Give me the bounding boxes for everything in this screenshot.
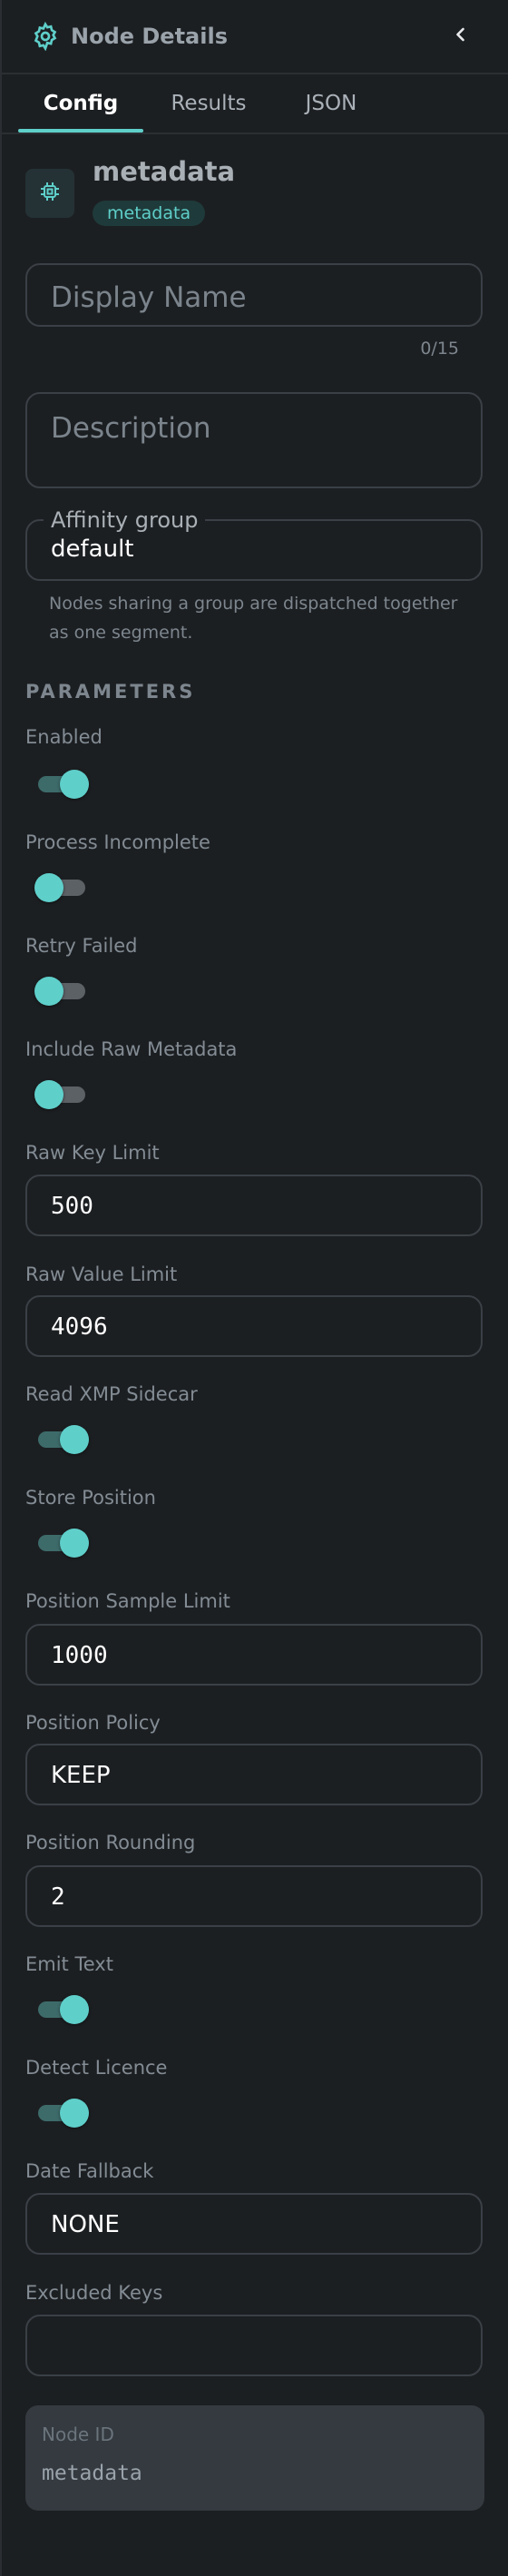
date-fallback-value: NONE [51,2211,120,2238]
display-name-counter: 0/15 [420,339,459,359]
store-position-label: Store Position [25,1487,156,1509]
display-name-input[interactable]: Display Name [25,263,483,327]
parameters-heading: PARAMETERS [25,681,196,703]
back-button[interactable] [443,18,479,54]
read-xmp-sidecar-label: Read XMP Sidecar [25,1383,198,1405]
raw-value-limit-label: Raw Value Limit [25,1263,178,1285]
tab-json[interactable]: JSON [285,74,377,133]
detect-licence-toggle[interactable] [34,2097,89,2129]
excluded-keys-input[interactable] [25,2315,483,2376]
enabled-toggle[interactable] [34,768,89,801]
affinity-group-label: Affinity group [44,507,206,533]
retry-failed-toggle[interactable] [34,975,89,1008]
process-incomplete-label: Process Incomplete [25,831,210,853]
process-incomplete-toggle[interactable] [34,871,89,904]
excluded-keys-label: Excluded Keys [25,2282,163,2304]
position-policy-value: KEEP [51,1762,111,1789]
node-type-badge: metadata [93,201,206,226]
position-rounding-value: 2 [51,1883,65,1911]
position-rounding-label: Position Rounding [25,1832,196,1853]
retry-failed-label: Retry Failed [25,935,138,957]
affinity-group-value: default [51,536,134,563]
position-sample-limit-input[interactable]: 1000 [25,1624,483,1686]
raw-key-limit-label: Raw Key Limit [25,1142,160,1164]
position-rounding-input[interactable]: 2 [25,1865,483,1927]
date-fallback-input[interactable]: NONE [25,2193,483,2255]
enabled-label: Enabled [25,726,103,748]
gear-icon [31,21,60,52]
raw-key-limit-value: 500 [51,1193,93,1220]
description-placeholder: Description [51,412,211,445]
emit-text-label: Emit Text [25,1953,113,1975]
chevron-left-icon [452,23,470,50]
position-policy-label: Position Policy [25,1712,161,1734]
store-position-toggle[interactable] [34,1527,89,1559]
node-id-label: Node ID [42,2424,114,2445]
read-xmp-sidecar-toggle[interactable] [34,1423,89,1456]
panel-title: Node Details [71,24,228,49]
position-sample-limit-label: Position Sample Limit [25,1590,230,1612]
tab-bar: Config Results JSON [2,74,508,134]
description-input[interactable]: Description [25,392,483,488]
include-raw-metadata-toggle[interactable] [34,1078,89,1111]
node-id-field: Node ID metadata [25,2405,484,2511]
affinity-group-input[interactable]: Affinity group default [25,507,483,581]
detect-licence-label: Detect Licence [25,2057,168,2079]
affinity-group-helper: Nodes sharing a group are dispatched tog… [49,594,458,643]
node-name: metadata [93,156,236,187]
include-raw-metadata-label: Include Raw Metadata [25,1038,238,1060]
date-fallback-label: Date Fallback [25,2160,154,2182]
raw-key-limit-input[interactable]: 500 [25,1175,483,1236]
node-details-panel: Node Details Config Results JSON metadat… [0,0,508,2576]
chip-icon [39,181,61,206]
emit-text-toggle[interactable] [34,1993,89,2026]
node-type-icon [25,169,74,218]
position-sample-limit-value: 1000 [51,1642,108,1669]
raw-value-limit-value: 4096 [51,1313,108,1341]
active-tab-indicator [18,129,143,133]
panel-header: Node Details [2,0,508,74]
raw-value-limit-input[interactable]: 4096 [25,1295,483,1357]
display-name-placeholder: Display Name [51,281,247,314]
node-id-value: metadata [42,2462,142,2485]
position-policy-input[interactable]: KEEP [25,1744,483,1805]
tab-results[interactable]: Results [156,74,261,133]
tab-config[interactable]: Config [18,74,143,133]
